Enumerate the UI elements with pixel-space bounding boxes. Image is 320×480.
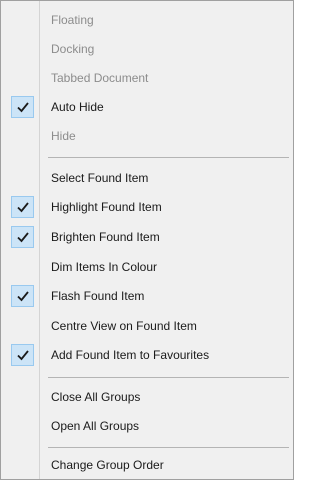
menu-item-label: Auto Hide (51, 100, 104, 114)
menu-item-select-found-item[interactable]: Select Found Item (2, 164, 292, 193)
checkmark-icon (11, 226, 34, 248)
menu-item-centre-view-on-found-item[interactable]: Centre View on Found Item (2, 312, 292, 341)
menu-item-label: Hide (51, 129, 76, 143)
menu-item-label: Floating (51, 13, 94, 27)
checkmark-icon (11, 344, 34, 366)
menu-item-label: Brighten Found Item (51, 230, 160, 244)
menu-item-auto-hide[interactable]: Auto Hide (2, 93, 292, 122)
menu-item-change-group-order[interactable]: Change Group Order (2, 451, 292, 480)
menu-separator (48, 157, 289, 158)
checkmark-icon (11, 285, 34, 307)
menu-item-label: Change Group Order (51, 458, 164, 472)
menu-item-dim-items-in-colour[interactable]: Dim Items In Colour (2, 253, 292, 282)
menu-item-label: Close All Groups (51, 390, 141, 404)
menu-item-label: Add Found Item to Favourites (51, 348, 210, 362)
menu-item-floating: Floating (2, 6, 292, 35)
menu-separator (48, 377, 289, 378)
menu-item-label: Dim Items In Colour (51, 260, 158, 274)
context-menu: Floating Docking Tabbed Document Auto Hi… (0, 0, 294, 480)
menu-item-add-found-item-to-favourites[interactable]: Add Found Item to Favourites (2, 341, 292, 370)
checkmark-icon (11, 196, 34, 218)
menu-item-flash-found-item[interactable]: Flash Found Item (2, 282, 292, 311)
menu-item-brighten-found-item[interactable]: Brighten Found Item (2, 223, 292, 252)
menu-separator (48, 447, 289, 448)
menu-item-label: Tabbed Document (51, 71, 149, 85)
menu-item-docking: Docking (2, 35, 292, 64)
menu-item-open-all-groups[interactable]: Open All Groups (2, 412, 292, 441)
menu-item-label: Open All Groups (51, 419, 140, 433)
menu-item-label: Highlight Found Item (51, 200, 162, 214)
menu-item-label: Centre View on Found Item (51, 319, 197, 333)
menu-item-tabbed-document: Tabbed Document (2, 64, 292, 93)
menu-item-label: Docking (51, 42, 95, 56)
menu-item-label: Select Found Item (51, 171, 149, 185)
menu-item-hide: Hide (2, 122, 292, 151)
menu-item-highlight-found-item[interactable]: Highlight Found Item (2, 193, 292, 222)
checkmark-icon (11, 96, 34, 118)
menu-item-close-all-groups[interactable]: Close All Groups (2, 383, 292, 412)
menu-item-label: Flash Found Item (51, 289, 145, 303)
